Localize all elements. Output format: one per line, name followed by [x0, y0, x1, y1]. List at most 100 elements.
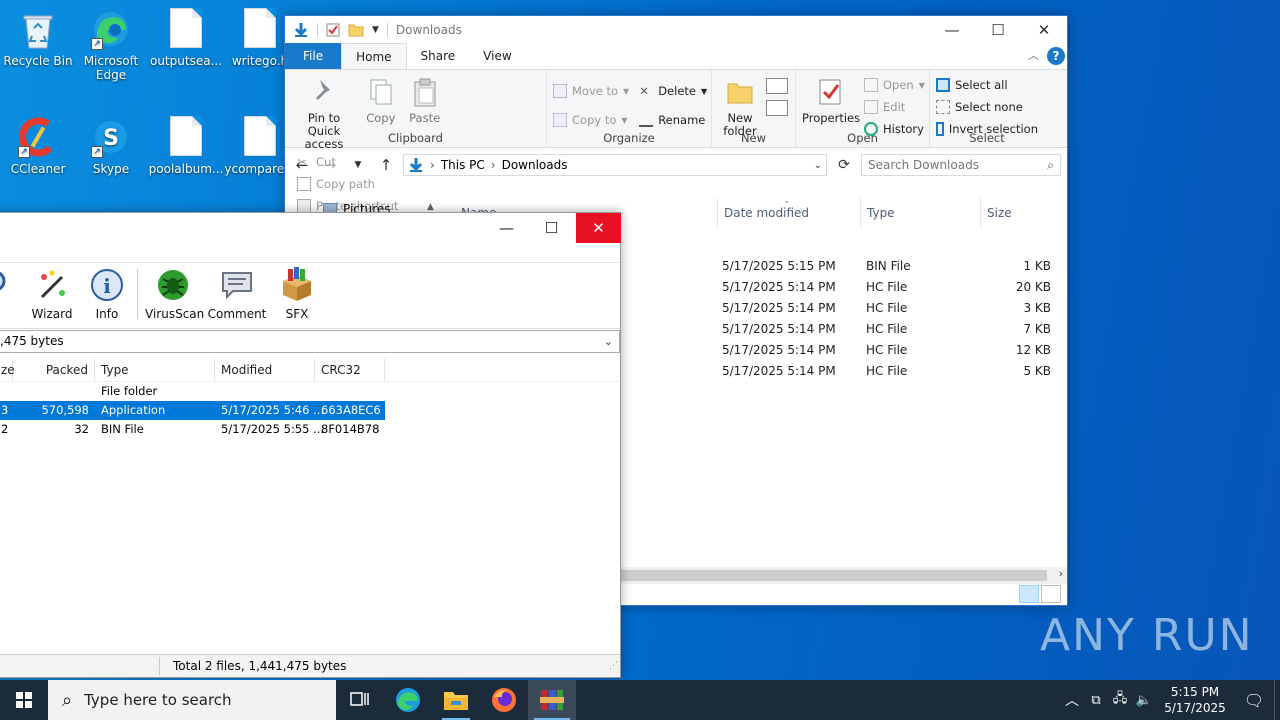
- desktop-icon-recycle-bin[interactable]: Recycle Bin: [0, 8, 76, 68]
- pin-icon: [308, 76, 340, 108]
- breadcrumb-this-pc[interactable]: This PC: [441, 158, 485, 172]
- network-icon[interactable]: 🖧: [1108, 689, 1132, 711]
- breadcrumb-downloads[interactable]: Downloads: [502, 158, 568, 172]
- folder-icon: [724, 76, 756, 108]
- scroll-right-arrow-icon[interactable]: ›: [1059, 567, 1063, 580]
- details-view-icon[interactable]: [1019, 585, 1039, 603]
- close-button[interactable]: ✕: [1021, 16, 1067, 44]
- close-button[interactable]: ✕: [576, 213, 621, 243]
- chevron-down-icon: ⌄: [783, 196, 791, 206]
- organize-group: Move to ▼ Copy to ▼ ✕ Delete ▼ Rename Organi…: [547, 70, 712, 148]
- taskbar-file-explorer[interactable]: [432, 680, 480, 720]
- open-icon: [864, 78, 878, 92]
- chevron-up-icon[interactable]: ︿: [1060, 690, 1084, 710]
- search-input[interactable]: Search Downloads ⌕: [861, 154, 1061, 176]
- edit-button[interactable]: Edit: [864, 96, 925, 118]
- clock[interactable]: 5:15 PM 5/17/2025: [1156, 684, 1234, 716]
- maximize-button[interactable]: ☐: [529, 213, 574, 243]
- minimize-button[interactable]: —: [484, 213, 529, 243]
- horizontal-scrollbar[interactable]: ›: [621, 567, 1067, 584]
- address-row: ← → ▼ ↑ › This PC › Downloads ⌄ ⟳ Search…: [285, 148, 1067, 182]
- task-view-icon: [350, 692, 369, 706]
- chevron-up-icon[interactable]: ▲: [427, 202, 434, 212]
- large-icons-view-icon[interactable]: [1041, 585, 1061, 603]
- desktop-icon-ccleaner[interactable]: ↗ CCleaner: [0, 116, 76, 176]
- maximize-button[interactable]: ☐: [975, 16, 1021, 44]
- column-type[interactable]: Type: [95, 358, 215, 382]
- properties-check-icon[interactable]: [326, 23, 340, 37]
- minimize-button[interactable]: —: [929, 16, 975, 44]
- archive-row[interactable]: 3 570,598 Application 5/17/2025 5:46 ...…: [0, 401, 385, 420]
- view-toggle: [1019, 585, 1061, 603]
- device-icon[interactable]: ⧉: [1084, 693, 1108, 708]
- chevron-down-icon[interactable]: ⌄: [814, 160, 822, 171]
- taskbar-winrar[interactable]: [528, 680, 576, 720]
- copy-to-icon: [553, 113, 567, 127]
- move-to-icon: [553, 84, 567, 98]
- column-size[interactable]: Size: [980, 198, 1060, 228]
- search-icon: ⌕: [1047, 157, 1054, 172]
- copy-button[interactable]: Copy: [361, 74, 401, 125]
- new-item-icon[interactable]: [766, 78, 788, 94]
- taskbar-edge[interactable]: [384, 680, 432, 720]
- quick-access-toolbar: ▼ Downloads: [285, 22, 462, 38]
- watermark-logo: ANY RUN: [1040, 610, 1254, 661]
- refresh-icon[interactable]: ⟳: [833, 157, 855, 173]
- copy-to-button[interactable]: Copy to ▼: [553, 109, 629, 131]
- desktop-icon-edge[interactable]: ↗ Microsoft Edge: [73, 8, 149, 82]
- archive-path-bar[interactable]: ,475 bytes ⌄: [0, 330, 620, 353]
- column-packed[interactable]: Packed: [13, 358, 95, 382]
- move-to-button[interactable]: Move to ▼: [553, 80, 629, 102]
- delete-button[interactable]: ✕ Delete ▼: [639, 80, 707, 102]
- archive-row[interactable]: 2 32 BIN File 5/17/2025 5:55 ... 8F014B7…: [0, 420, 385, 439]
- scrollbar-thumb[interactable]: [621, 570, 1047, 581]
- archive-row[interactable]: File folder: [0, 382, 385, 401]
- firefox-icon: [492, 688, 516, 712]
- desktop-icon-file[interactable]: outputsea...: [148, 8, 224, 68]
- chevron-down-icon[interactable]: ⌄: [604, 331, 613, 352]
- notification-icon[interactable]: 🗨: [1234, 691, 1274, 710]
- new-folder-icon[interactable]: [348, 23, 364, 37]
- tab-file[interactable]: File: [285, 43, 342, 69]
- tab-home[interactable]: Home: [341, 43, 407, 69]
- info-button[interactable]: i Info: [87, 267, 127, 321]
- address-bar[interactable]: › This PC › Downloads ⌄: [403, 154, 827, 176]
- column-crc32[interactable]: CRC32: [315, 358, 385, 382]
- task-view-button[interactable]: [336, 680, 384, 720]
- select-all-button[interactable]: Select all: [936, 74, 1038, 96]
- taskbar-firefox[interactable]: [480, 680, 528, 720]
- column-size[interactable]: ze: [0, 358, 15, 382]
- help-icon[interactable]: ?: [1047, 47, 1065, 65]
- wizard-wand-icon: [34, 267, 70, 303]
- virusscan-button[interactable]: VirusScan: [145, 267, 204, 321]
- sfx-button[interactable]: SFX: [275, 267, 319, 321]
- chevron-up-icon[interactable]: ︿: [1028, 47, 1039, 63]
- shortcut-arrow-icon: ↗: [91, 38, 103, 50]
- show-desktop-button[interactable]: [1274, 680, 1280, 720]
- copy-path-button[interactable]: Copy path: [297, 173, 398, 195]
- open-button[interactable]: Open ▼: [864, 74, 925, 96]
- desktop-icon-file[interactable]: poolalbum...: [148, 116, 224, 176]
- comment-button[interactable]: Comment: [207, 267, 267, 321]
- tab-view[interactable]: View: [469, 43, 525, 69]
- column-modified[interactable]: Modified: [215, 358, 315, 382]
- recycle-bin-icon: [18, 8, 58, 50]
- paste-button[interactable]: Paste: [405, 74, 445, 125]
- tab-share[interactable]: Share: [407, 43, 470, 69]
- column-type[interactable]: Type: [860, 198, 980, 228]
- volume-icon[interactable]: 🔈: [1132, 693, 1156, 708]
- chevron-down-icon[interactable]: ▼: [372, 25, 379, 35]
- select-none-button[interactable]: Select none: [936, 96, 1038, 118]
- start-button[interactable]: [0, 680, 48, 720]
- cut-button[interactable]: ✂ Cut: [297, 151, 398, 173]
- rename-button[interactable]: Rename: [639, 109, 707, 131]
- copy-path-icon: [297, 177, 311, 191]
- resize-grip-icon[interactable]: ⋰: [609, 655, 618, 677]
- new-folder-button[interactable]: New folder: [718, 74, 762, 138]
- wizard-button[interactable]: Wizard: [29, 267, 75, 321]
- desktop-icon-skype[interactable]: S ↗ Skype: [73, 116, 149, 176]
- toolbar: d Wizard i Info VirusScan Comment SFX: [0, 263, 620, 329]
- taskbar-search-input[interactable]: ⌕ Type here to search: [48, 680, 336, 720]
- easy-access-icon[interactable]: [766, 100, 788, 116]
- find-button[interactable]: d: [0, 267, 9, 321]
